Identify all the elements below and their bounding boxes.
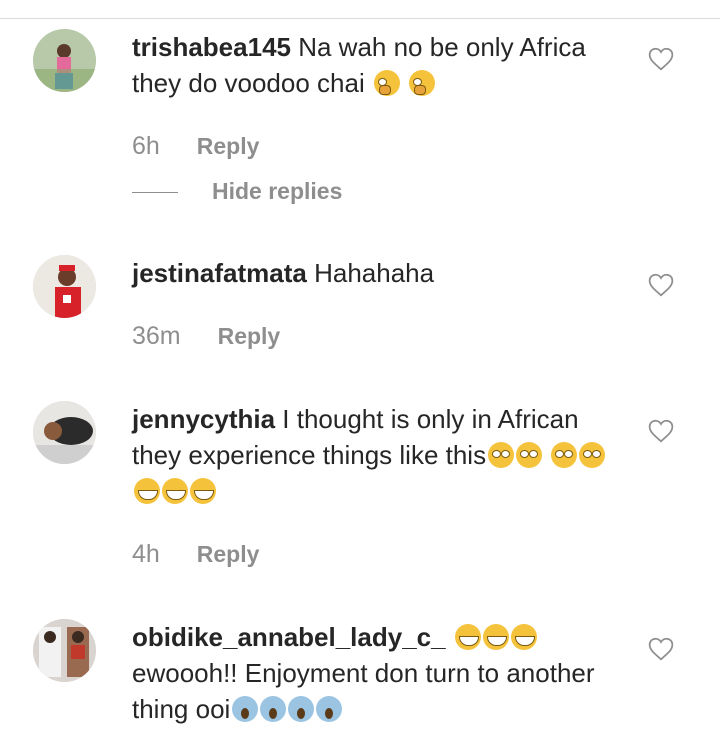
scream-face-icon	[232, 696, 259, 722]
grin-face-icon	[162, 478, 188, 504]
comment-time: 36m	[132, 322, 181, 350]
reply-button[interactable]: Reply	[197, 133, 260, 160]
comment-text: trishabea145 Na wah no be only Africa th…	[132, 29, 622, 101]
comment-text: jennycythia I thought is only in African…	[132, 401, 622, 509]
thinking-face-icon	[409, 70, 436, 96]
comment-username[interactable]: trishabea145	[132, 32, 291, 62]
eye-roll-face-icon	[516, 442, 543, 468]
heart-outline-icon[interactable]	[648, 637, 674, 661]
grin-face-icon	[482, 624, 509, 650]
grin-face-icon	[134, 478, 160, 504]
comment-time: 4h	[132, 540, 160, 568]
comment-meta: 4h Reply	[132, 540, 259, 569]
comment-time: 6h	[132, 132, 160, 160]
scream-face-icon	[288, 696, 315, 722]
comment-text: obidike_annabel_lady_c_ ewoooh!! Enjoyme…	[132, 619, 622, 727]
comment-meta: 36m Reply	[132, 322, 280, 351]
comment-text: jestinafatmata Hahahaha	[132, 255, 622, 291]
avatar[interactable]	[33, 401, 96, 464]
comment-username[interactable]: jennycythia	[132, 404, 275, 434]
comment-meta: 6h Reply	[132, 132, 259, 161]
thinking-face-icon	[373, 70, 400, 96]
grin-face-icon	[510, 624, 537, 650]
hide-replies-button[interactable]: Hide replies	[132, 178, 342, 205]
reply-button[interactable]: Reply	[197, 541, 260, 568]
comment-username[interactable]: jestinafatmata	[132, 258, 307, 288]
comment-body: Hahahaha	[314, 258, 435, 288]
grin-face-icon	[454, 624, 481, 650]
scream-face-icon	[260, 696, 287, 722]
heart-outline-icon[interactable]	[648, 273, 674, 297]
heart-outline-icon[interactable]	[648, 419, 674, 443]
top-divider	[0, 0, 720, 19]
scream-face-icon	[316, 696, 343, 722]
eye-roll-face-icon	[488, 442, 515, 468]
avatar[interactable]	[33, 255, 96, 318]
comment-username[interactable]: obidike_annabel_lady_c_	[132, 622, 446, 652]
reply-button[interactable]: Reply	[218, 323, 281, 350]
hide-replies-label: Hide replies	[212, 178, 343, 204]
eye-roll-face-icon	[579, 442, 606, 468]
avatar[interactable]	[33, 29, 96, 92]
replies-divider-line	[132, 192, 178, 194]
avatar[interactable]	[33, 619, 96, 682]
comment-body: ewoooh!! Enjoyment don turn to another t…	[132, 658, 595, 724]
heart-outline-icon[interactable]	[648, 47, 674, 71]
eye-roll-face-icon	[551, 442, 578, 468]
grin-face-icon	[190, 478, 216, 504]
